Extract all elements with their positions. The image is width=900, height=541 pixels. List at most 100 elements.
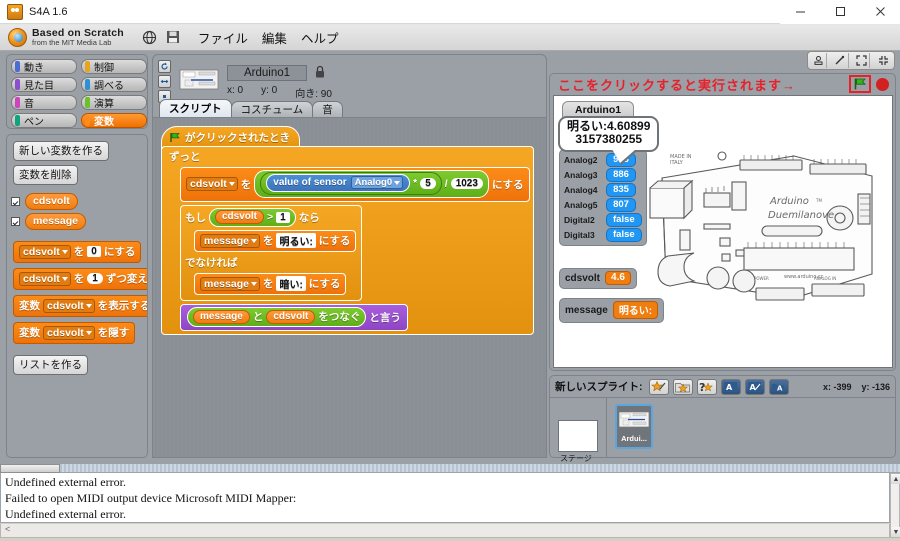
category-operators[interactable]: 演算: [81, 95, 147, 110]
gt-operand[interactable]: 1: [276, 211, 290, 223]
maximize-button[interactable]: [820, 0, 860, 24]
flip-icon[interactable]: [158, 75, 171, 88]
stage-canvas[interactable]: Arduino1 明るい:4.60899 3157380255 Analog2 …: [553, 95, 893, 368]
delete-variable-button[interactable]: 変数を削除: [13, 165, 78, 185]
variable-dropdown[interactable]: message: [200, 276, 260, 291]
multiply-operand[interactable]: 5: [420, 177, 436, 189]
console-text[interactable]: Undefined external error. Failed to open…: [0, 473, 890, 523]
variable-reporter-cdsvolt[interactable]: cdsvolt: [266, 309, 316, 324]
palette-block-set-var[interactable]: cdsvolt を 0 にする: [13, 241, 142, 263]
text-input[interactable]: 暗い:: [276, 276, 306, 291]
sensor-pin-dropdown[interactable]: Analog0: [350, 176, 404, 189]
variable-dropdown[interactable]: cdsvolt: [43, 325, 95, 340]
rotate-icon[interactable]: [158, 60, 171, 73]
console-vertical-scrollbar[interactable]: ▲ ▼: [890, 473, 900, 538]
category-looks[interactable]: 見た目: [11, 77, 77, 92]
block-forever[interactable]: ずっと cdsvolt を value of sensor Analog0 * …: [161, 146, 534, 335]
category-selector: 動き 制御 見た目 調べる 音 演算 ペン 変数: [6, 54, 148, 129]
menu-edit[interactable]: 編集: [262, 28, 287, 47]
block-divide[interactable]: value of sensor Analog0 * 5 / 1023: [254, 170, 489, 198]
block-set-message-bright[interactable]: message を 明るい: にする: [194, 230, 357, 252]
sprite-card-arduino1[interactable]: Ardui...: [615, 404, 653, 449]
category-motion[interactable]: 動き: [11, 59, 77, 74]
stage-selector[interactable]: ステージ: [550, 398, 606, 463]
category-pen[interactable]: ペン: [11, 113, 77, 128]
minimize-button[interactable]: [780, 0, 820, 24]
variable-checkbox-cdsvolt[interactable]: [11, 197, 20, 206]
variable-dropdown[interactable]: cdsvolt: [19, 244, 71, 259]
scripts-canvas[interactable]: がクリックされたとき ずっと cdsvolt を value of sensor…: [152, 118, 547, 458]
paint-new-sprite-icon[interactable]: [648, 378, 669, 395]
forever-label: ずっと: [169, 151, 201, 163]
menu-file[interactable]: ファイル: [198, 28, 248, 47]
scrollbar-thumb[interactable]: [0, 464, 60, 473]
block-set-cdsvolt[interactable]: cdsvolt を value of sensor Analog0 * 5 / …: [180, 167, 530, 202]
lock-icon[interactable]: [315, 65, 325, 79]
variable-dropdown[interactable]: cdsvolt: [186, 177, 238, 191]
block-say[interactable]: message と cdsvolt をつなぐ と言う: [180, 304, 408, 331]
palette-block-change-var[interactable]: cdsvolt を 1 ずつ変える: [13, 268, 147, 290]
stage-caption: ステージ: [560, 454, 592, 463]
block-value-of-sensor[interactable]: value of sensor Analog0: [266, 174, 411, 192]
stage-thumbnail[interactable]: [558, 420, 598, 452]
category-variables[interactable]: 変数: [81, 113, 147, 128]
watcher-name: Analog4: [564, 185, 598, 195]
open-sprite-folder-icon[interactable]: [672, 378, 693, 395]
sprite-list: Ardui...: [606, 398, 895, 458]
variable-reporter-cdsvolt[interactable]: cdsvolt: [25, 193, 78, 210]
expand-icon[interactable]: [853, 53, 871, 68]
text-input[interactable]: 明るい:: [276, 233, 316, 248]
svg-text:A: A: [750, 383, 757, 392]
if-label: もし: [185, 212, 206, 224]
variable-dropdown[interactable]: cdsvolt: [43, 298, 95, 313]
scroll-down-icon[interactable]: ▼: [891, 527, 900, 537]
sensor-label: value of sensor: [273, 177, 347, 188]
watcher-row: Digital3 false: [564, 228, 642, 242]
palette-block-hide-var[interactable]: 変数 cdsvolt を隠す: [13, 322, 136, 344]
menu-help[interactable]: ヘルプ: [301, 28, 339, 47]
block-set-message-dark[interactable]: message を 暗い: にする: [194, 273, 347, 295]
variable-reporter-message[interactable]: message: [193, 309, 250, 324]
export-sprite-icon[interactable]: A: [768, 378, 789, 395]
make-variable-button[interactable]: 新しい変数を作る: [13, 141, 109, 161]
console-horizontal-scrollbar[interactable]: [0, 464, 900, 473]
variable-dropdown[interactable]: cdsvolt: [19, 271, 71, 286]
category-label: 演算: [94, 99, 114, 110]
else-label: でなければ: [185, 257, 238, 269]
variable-reporter-cdsvolt[interactable]: cdsvolt: [215, 210, 265, 224]
variable-dropdown[interactable]: message: [200, 233, 260, 248]
edit-a-icon[interactable]: A: [744, 378, 765, 395]
globe-icon[interactable]: [142, 30, 157, 45]
block-greater-than[interactable]: cdsvolt > 1: [209, 208, 296, 227]
svg-text:A: A: [777, 384, 783, 392]
save-icon[interactable]: [166, 30, 181, 45]
palette-block-show-var[interactable]: 変数 cdsvolt を表示する: [13, 295, 147, 317]
block-multiply[interactable]: value of sensor Analog0 * 5: [260, 172, 442, 195]
value-input[interactable]: 1: [87, 273, 103, 284]
category-sensing[interactable]: 調べる: [81, 77, 147, 92]
shrink-icon[interactable]: [875, 53, 892, 68]
sprite-name-field[interactable]: Arduino1: [227, 65, 307, 81]
wand-icon[interactable]: [832, 53, 849, 68]
stop-sign-icon[interactable]: [876, 77, 889, 91]
green-flag-button[interactable]: [849, 75, 871, 93]
variable-reporter-message[interactable]: message: [25, 213, 86, 230]
sprite-list-area: ステージ Ardui...: [550, 398, 895, 463]
surprise-sprite-icon[interactable]: ?: [696, 378, 717, 395]
value-input[interactable]: 0: [87, 246, 101, 257]
tab-costumes[interactable]: コスチューム: [230, 101, 314, 117]
make-list-button[interactable]: リストを作る: [13, 355, 88, 375]
variable-checkbox-message[interactable]: [11, 217, 20, 226]
divide-operand[interactable]: 1023: [450, 178, 483, 189]
import-a-icon[interactable]: A: [720, 378, 741, 395]
console-status-marker: <: [5, 524, 11, 534]
block-join[interactable]: message と cdsvolt をつなぐ: [187, 307, 367, 327]
stamp-icon[interactable]: [810, 53, 828, 68]
scroll-up-icon[interactable]: ▲: [891, 474, 900, 484]
category-control[interactable]: 制御: [81, 59, 147, 74]
close-button[interactable]: [860, 0, 900, 24]
category-sound[interactable]: 音: [11, 95, 77, 110]
block-if-else[interactable]: もし cdsvolt > 1 なら message を 明るい: にする でなけ…: [180, 205, 362, 301]
tab-scripts[interactable]: スクリプト: [159, 99, 232, 117]
tab-sounds[interactable]: 音: [312, 101, 343, 117]
